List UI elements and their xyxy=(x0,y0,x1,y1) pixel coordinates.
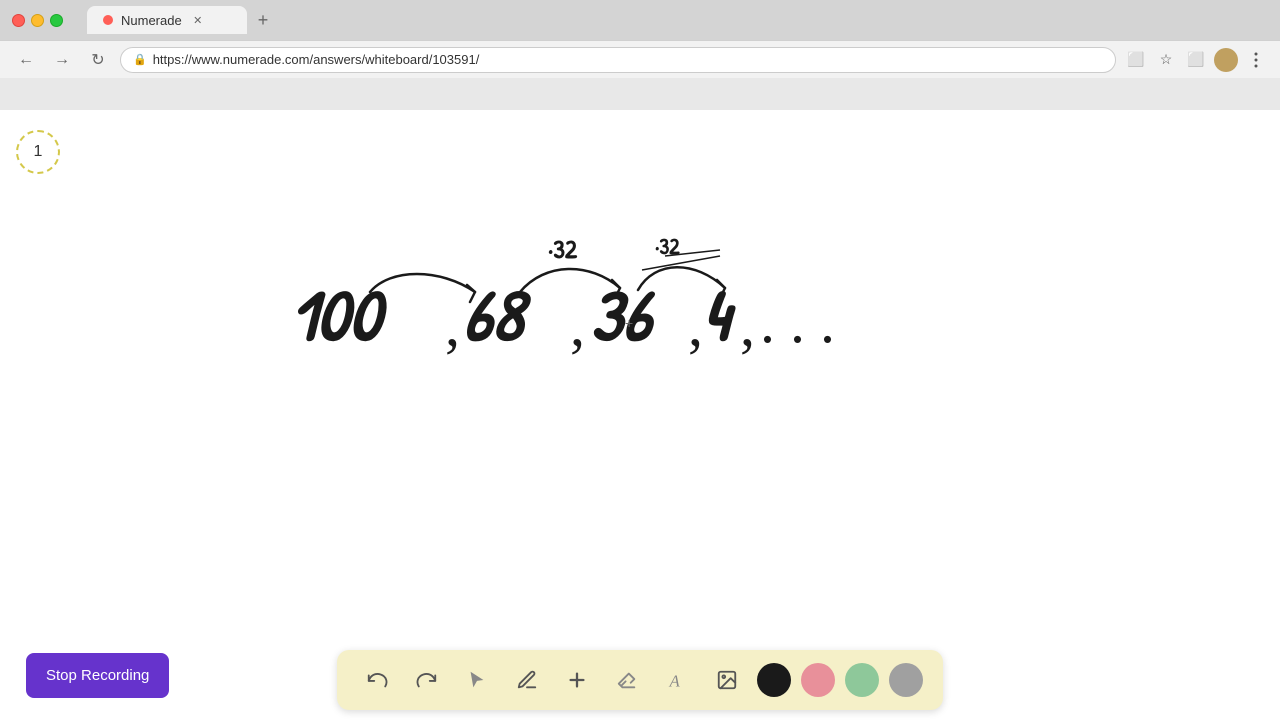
image-insert-button[interactable] xyxy=(707,660,747,700)
svg-text:·32: ·32 xyxy=(655,231,680,261)
active-tab[interactable]: Numerade ✕ xyxy=(87,6,247,34)
tab-bar: Numerade ✕ + xyxy=(87,6,277,34)
tab-title: Numerade xyxy=(121,13,182,28)
color-gray-swatch[interactable] xyxy=(889,663,923,697)
add-button[interactable] xyxy=(557,660,597,700)
text-tool-button[interactable]: A xyxy=(657,660,697,700)
svg-text:+: + xyxy=(625,315,633,331)
eraser-tool-button[interactable] xyxy=(607,660,647,700)
redo-button[interactable] xyxy=(407,660,447,700)
svg-text:,: , xyxy=(570,292,585,358)
svg-text:. . .: . . . xyxy=(760,289,835,355)
math-content: 100 , 68 , 36 , 4 xyxy=(280,240,930,405)
svg-text:,: , xyxy=(445,292,460,358)
toolbar: A xyxy=(337,650,943,710)
svg-text:68: 68 xyxy=(463,266,533,363)
page-number: 1 xyxy=(34,143,43,161)
refresh-button[interactable]: ↻ xyxy=(84,46,112,74)
nav-right-icons: ⬜ ☆ ⬜ xyxy=(1124,48,1268,72)
svg-text:A: A xyxy=(669,671,681,690)
svg-text:100: 100 xyxy=(290,266,388,363)
minimize-button[interactable] xyxy=(31,14,44,27)
color-green-swatch[interactable] xyxy=(845,663,879,697)
color-pink-swatch[interactable] xyxy=(801,663,835,697)
forward-button[interactable]: → xyxy=(48,46,76,74)
extensions-icon[interactable]: ⬜ xyxy=(1184,48,1208,72)
address-bar[interactable]: 🔒 https://www.numerade.com/answers/white… xyxy=(120,47,1116,73)
tab-close-button[interactable]: ✕ xyxy=(190,12,206,28)
menu-icon[interactable] xyxy=(1244,48,1268,72)
new-tab-button[interactable]: + xyxy=(249,6,277,34)
select-tool-button[interactable] xyxy=(457,660,497,700)
content-area: 1 100 , 68 , 36 xyxy=(0,110,1280,720)
stop-recording-button[interactable]: Stop Recording xyxy=(26,653,169,698)
recording-dot-icon xyxy=(103,15,113,25)
back-button[interactable]: ← xyxy=(12,46,40,74)
whiteboard[interactable]: 1 100 , 68 , 36 xyxy=(0,110,1280,720)
undo-button[interactable] xyxy=(357,660,397,700)
maximize-button[interactable] xyxy=(50,14,63,27)
pen-tool-button[interactable] xyxy=(507,660,547,700)
user-avatar[interactable] xyxy=(1214,48,1238,72)
nav-bar: ← → ↻ 🔒 https://www.numerade.com/answers… xyxy=(0,40,1280,78)
lock-icon: 🔒 xyxy=(133,53,147,66)
svg-text:,: , xyxy=(740,292,755,358)
cast-icon[interactable]: ⬜ xyxy=(1124,48,1148,72)
color-black-swatch[interactable] xyxy=(757,663,791,697)
page-indicator: 1 xyxy=(16,130,60,174)
svg-text:·32: ·32 xyxy=(548,232,578,267)
close-button[interactable] xyxy=(12,14,25,27)
url-text: https://www.numerade.com/answers/whitebo… xyxy=(153,52,480,67)
traffic-lights xyxy=(12,14,63,27)
svg-text:,: , xyxy=(688,292,703,358)
browser-chrome: Numerade ✕ + ← → ↻ 🔒 https://www.numerad… xyxy=(0,0,1280,110)
bookmark-icon[interactable]: ☆ xyxy=(1154,48,1178,72)
math-drawing: 100 , 68 , 36 , 4 xyxy=(280,240,930,400)
title-bar: Numerade ✕ + xyxy=(0,0,1280,40)
